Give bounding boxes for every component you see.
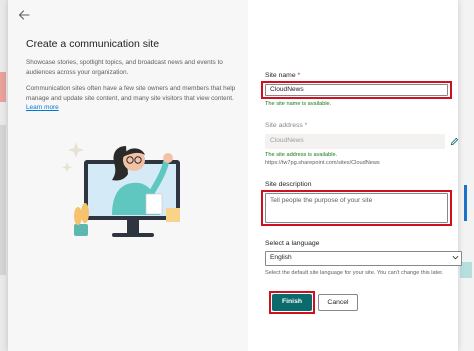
required-mark: * bbox=[304, 122, 308, 129]
members-description: Communication sites often have a few sit… bbox=[26, 85, 236, 102]
sticky-note bbox=[166, 208, 180, 222]
site-address-label: Site address * bbox=[265, 122, 307, 129]
person-hand bbox=[163, 153, 173, 163]
site-name-label: Site name * bbox=[265, 72, 300, 79]
background-accent bbox=[464, 185, 467, 221]
site-description-label: Site description bbox=[265, 181, 312, 188]
finish-button[interactable]: Finish bbox=[272, 294, 312, 311]
site-address-helper: The site address is available. bbox=[265, 152, 338, 158]
site-name-input[interactable]: CloudNews bbox=[265, 84, 448, 96]
background-page-left bbox=[0, 0, 8, 351]
document bbox=[145, 193, 163, 215]
info-pane: Create a communication site Showcase sto… bbox=[8, 0, 248, 351]
cancel-button[interactable]: Cancel bbox=[318, 294, 358, 311]
sparkle-icon bbox=[68, 142, 84, 158]
language-label: Select a language bbox=[265, 240, 320, 247]
language-select[interactable]: English bbox=[265, 251, 462, 266]
learn-more-link[interactable]: Learn more bbox=[26, 104, 59, 111]
monitor-stand bbox=[127, 220, 139, 234]
pencil-icon[interactable] bbox=[450, 137, 459, 146]
plant-pot bbox=[74, 224, 88, 236]
sparkle-icon bbox=[61, 162, 73, 173]
communication-illustration bbox=[61, 142, 180, 237]
chevron-down-icon bbox=[452, 255, 459, 260]
site-name-helper: The site name is available. bbox=[265, 101, 332, 107]
plant-leaf bbox=[74, 207, 82, 225]
background-block bbox=[0, 125, 6, 275]
site-address-input[interactable]: CloudNews bbox=[265, 134, 445, 149]
monitor-base bbox=[112, 233, 154, 237]
site-name-label-text: Site name bbox=[265, 72, 296, 79]
site-address-url: https://tw7pg.sharepoint.com/sites/Cloud… bbox=[265, 160, 380, 166]
panel-description-members: Communication sites often have a few sit… bbox=[26, 84, 241, 113]
create-site-panel: Create a communication site Showcase sto… bbox=[8, 0, 462, 351]
site-description-input[interactable]: Tell people the purpose of your site bbox=[265, 193, 448, 223]
background-accent bbox=[0, 72, 6, 102]
required-mark: * bbox=[297, 72, 301, 79]
language-helper: Select the default site language for you… bbox=[265, 270, 444, 276]
site-address-label-text: Site address bbox=[265, 122, 303, 129]
arrow-left-icon[interactable] bbox=[16, 7, 32, 23]
panel-description: Showcase stories, spotlight topics, and … bbox=[26, 59, 223, 76]
background-page-right bbox=[458, 0, 474, 351]
plant-leaf bbox=[81, 203, 89, 223]
panel-title: Create a communication site bbox=[26, 38, 160, 50]
form-pane: Site name * CloudNews The site name is a… bbox=[256, 0, 462, 351]
